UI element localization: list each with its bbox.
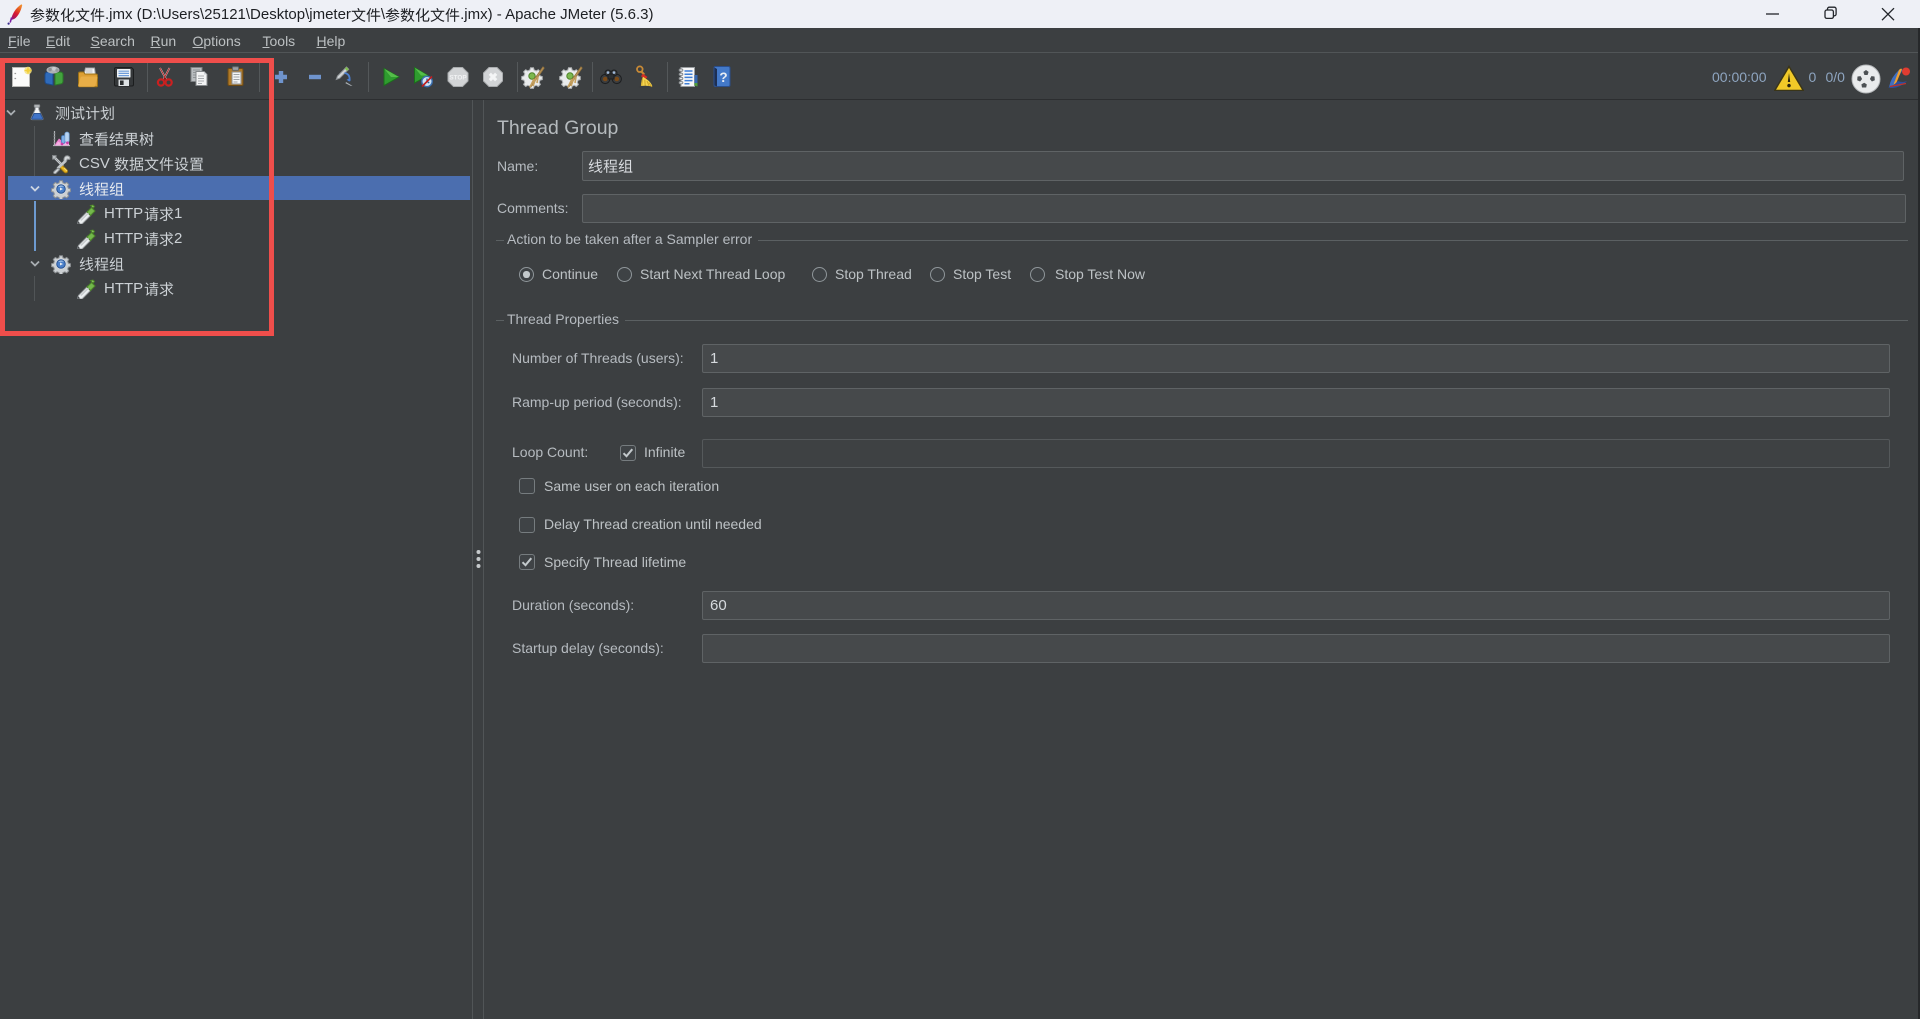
svg-text:?: ?	[719, 70, 727, 85]
svg-text:STOP: STOP	[449, 75, 467, 82]
